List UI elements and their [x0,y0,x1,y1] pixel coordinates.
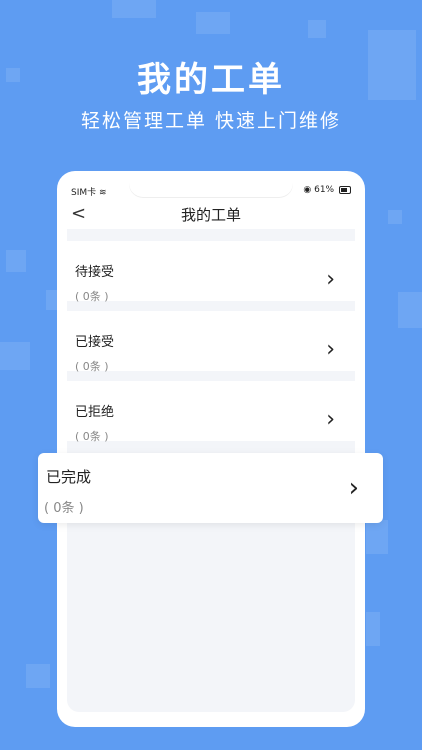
order-row-count: ( 0条 ) [75,360,109,373]
wifi-icon: ≋ [99,188,107,198]
order-row-completed[interactable]: 已完成 ( 0条 ) › [38,453,383,523]
hero-subtitle: 轻松管理工单 快速上门维修 [80,110,342,132]
order-row-accepted[interactable]: 已接受 ( 0条 ) › [67,311,355,373]
order-row-rejected[interactable]: 已拒绝 ( 0条 ) › [67,381,355,443]
bg-square [366,520,388,554]
status-bar: SIM卡 ≋ ◉ 61% [57,183,365,199]
chevron-right-icon: › [326,337,335,362]
chevron-right-icon: › [348,473,359,503]
order-row-count: ( 0条 ) [44,501,84,516]
bg-square [366,612,380,646]
bg-square [0,342,30,370]
nav-bar: < 我的工单 [57,201,365,227]
bg-square [6,250,26,272]
bg-square [26,664,50,688]
status-carrier: SIM卡 ≋ [71,188,107,198]
bg-square [196,12,230,34]
chevron-right-icon: › [326,267,335,292]
order-row-title: 已完成 [46,468,92,486]
page-title: 我的工单 [180,206,241,224]
phone-mockup: SIM卡 ≋ ◉ 61% < 我的工单 待接受 ( 0条 ) › 已接受 ( 0… [57,171,365,727]
battery-icon [339,185,351,194]
order-row-title: 已接受 [75,335,115,350]
bg-square [388,210,402,224]
order-row-title: 已拒绝 [75,405,115,420]
bg-square [112,0,156,18]
bg-square [398,292,422,328]
order-row-pending[interactable]: 待接受 ( 0条 ) › [67,241,355,303]
order-row-count: ( 0条 ) [75,430,109,443]
battery-percent: 61% [314,185,335,195]
lock-rotation-icon: ◉ [303,185,312,195]
hero-title: 我的工单 [137,60,285,100]
chevron-right-icon: › [326,407,335,432]
order-row-count: ( 0条 ) [75,290,109,303]
bg-square [308,20,326,38]
status-battery-group: ◉ 61% [303,185,351,195]
order-row-title: 待接受 [75,265,115,280]
